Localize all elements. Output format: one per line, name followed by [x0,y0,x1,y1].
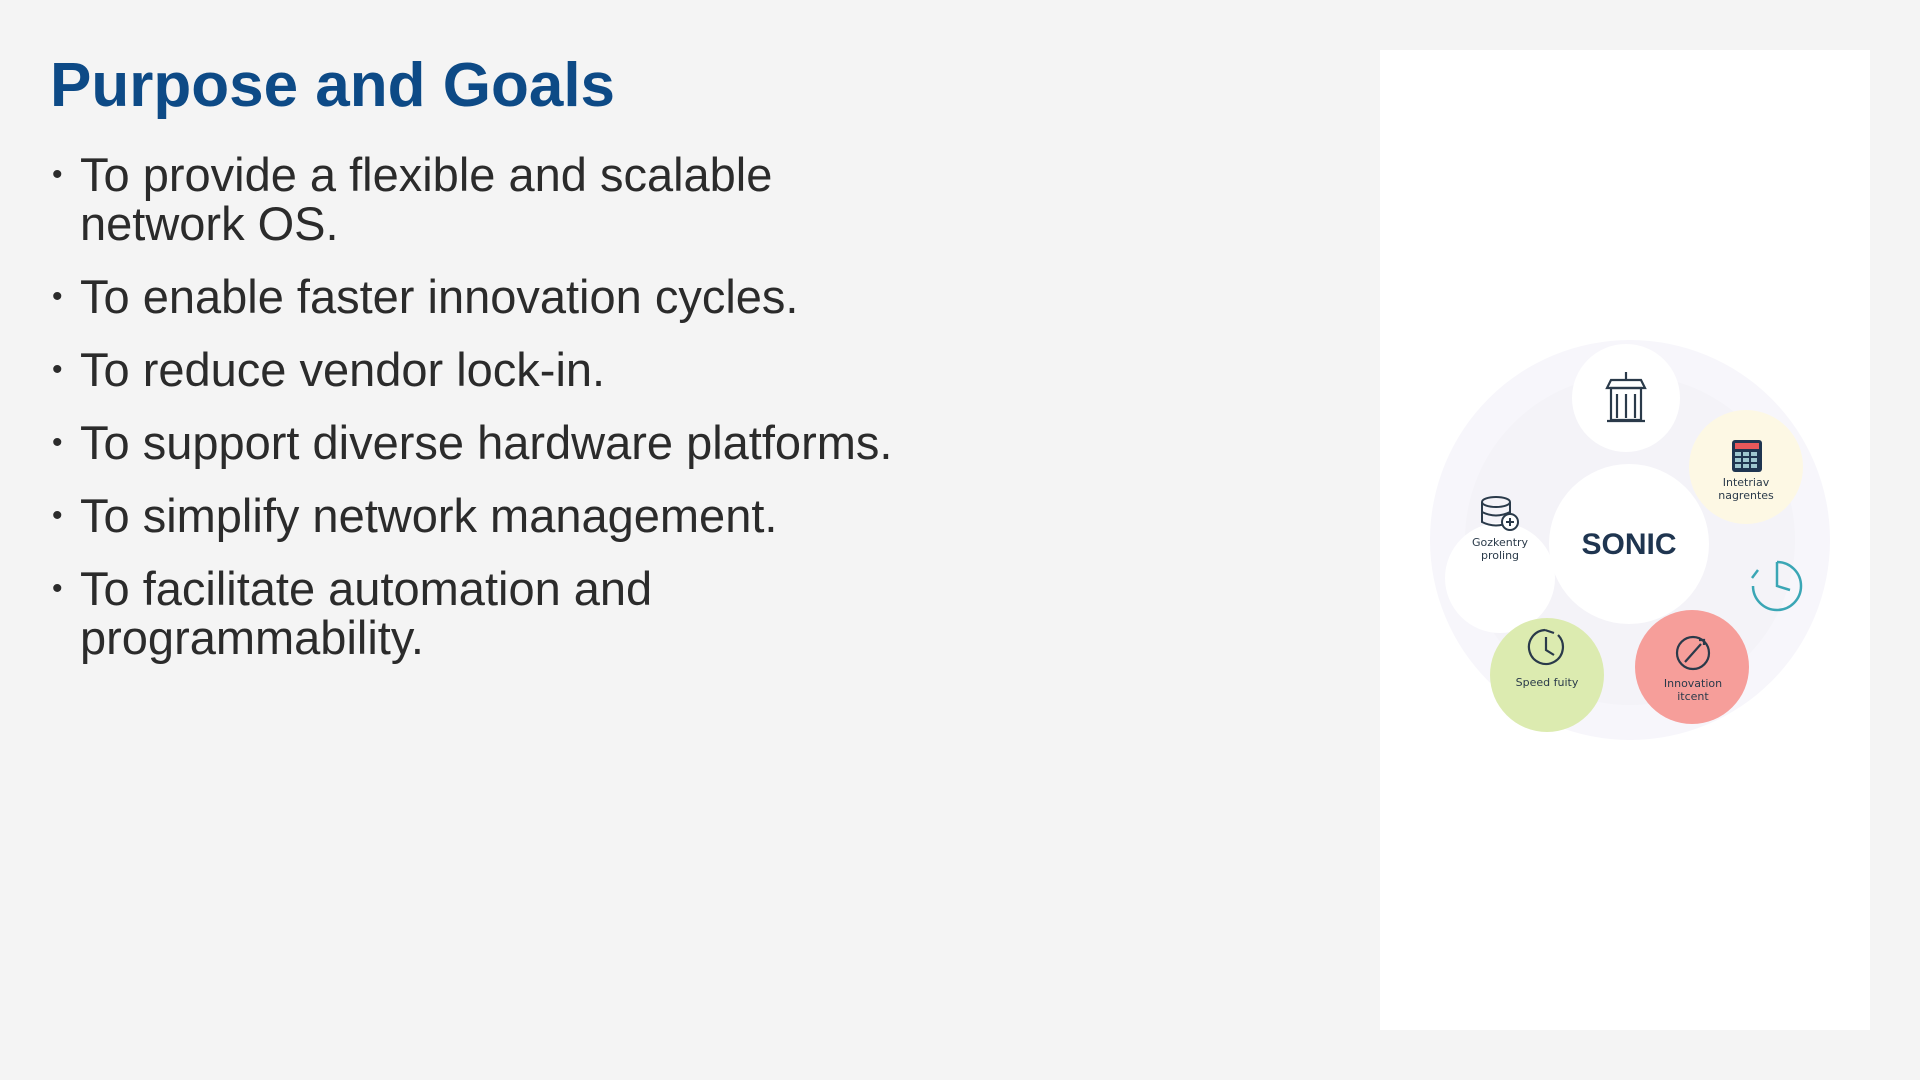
bullet-dot-icon: • [52,426,63,459]
calculator-label-line1: Intetriav [1723,476,1770,489]
bullet-item: • To simplify network management. [50,491,1000,540]
bullet-item: • To facilitate automation and programma… [50,564,840,662]
bullet-item: • To provide a flexible and scalable net… [50,150,840,248]
calculator-icon [1732,440,1762,472]
bullet-text: To enable faster innovation cycles. [80,270,799,323]
database-label-line1: Gozkentry [1472,536,1529,549]
slide-title: Purpose and Goals [50,51,616,120]
bullet-dot-icon: • [52,353,63,386]
calculator-label-line2: nagrentes [1718,489,1774,502]
bullet-item: • To reduce vendor lock-in. [50,345,1000,394]
bullet-text: To reduce vendor lock-in. [80,343,606,396]
bullet-dot-icon: • [52,280,63,313]
bullet-item: • To support diverse hardware platforms. [50,418,1000,467]
innovation-label-line1: Innovation [1664,677,1722,690]
database-label-line2: proling [1481,549,1519,562]
center-node: SONIC [1549,464,1709,624]
bullet-text: To facilitate automation and programmabi… [80,562,653,664]
bullet-dot-icon: • [52,499,63,532]
bullet-list: • To provide a flexible and scalable net… [50,150,1000,686]
bullet-text: To provide a flexible and scalable netwo… [80,148,773,250]
bullet-dot-icon: • [52,572,63,605]
innovation-node: Innovation itcent [1635,610,1749,724]
slide: Purpose and Goals • To provide a flexibl… [0,0,1920,1080]
sonic-illustration: Intetriav nagrentes Gozkentry proling SO… [1430,340,1830,740]
bullet-item: • To enable faster innovation cycles. [50,272,1000,321]
illustration-panel: Intetriav nagrentes Gozkentry proling SO… [1380,50,1870,1030]
innovation-label-line2: itcent [1677,690,1709,703]
speed-label: Speed fuity [1516,676,1579,689]
building-node [1572,344,1680,452]
bullet-text: To support diverse hardware platforms. [80,416,893,469]
calculator-node: Intetriav nagrentes [1689,410,1803,524]
speed-node: Speed fuity [1490,618,1604,732]
bullet-dot-icon: • [52,158,63,191]
bullet-text: To simplify network management. [80,489,778,542]
center-label: SONIC [1581,528,1676,561]
